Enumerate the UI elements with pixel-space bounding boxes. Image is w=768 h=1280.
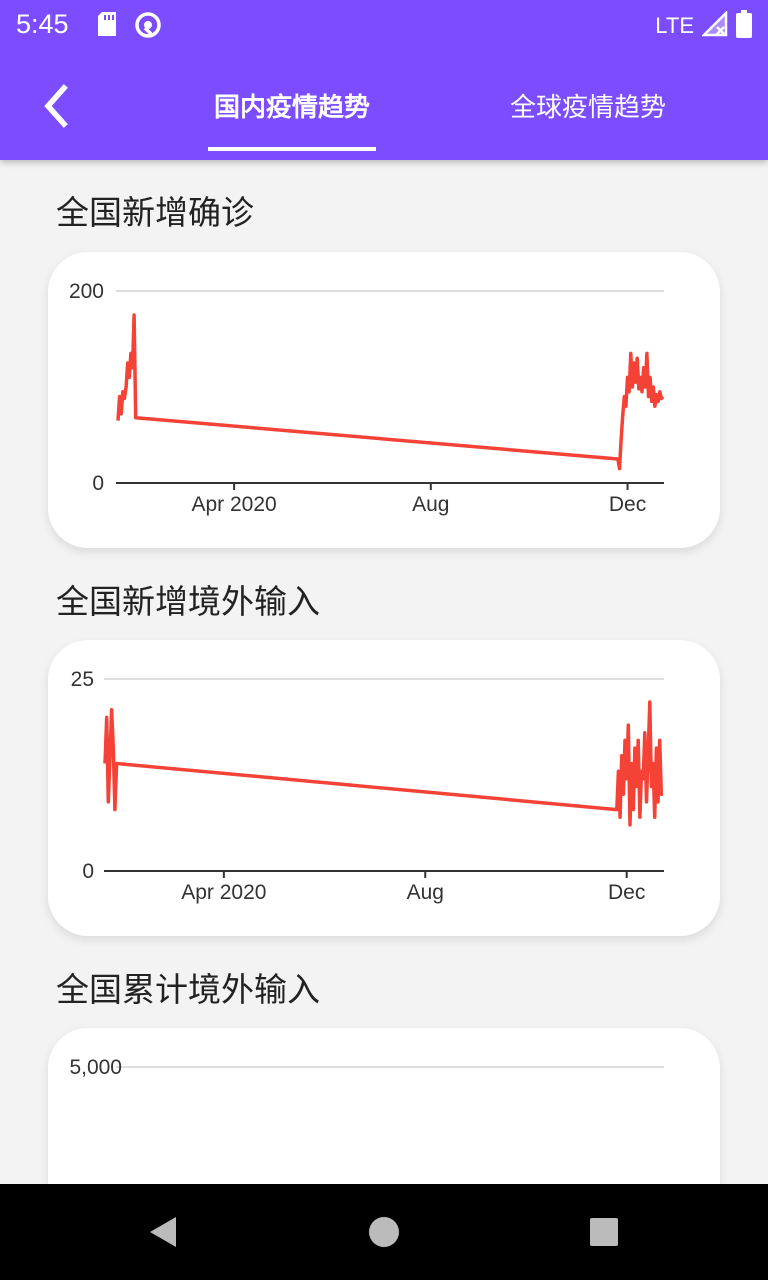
chart-card-new-imported: 0 25 Apr 2020 Aug Dec (48, 640, 720, 936)
signal-icon (700, 9, 728, 41)
x-tick-label: Dec (608, 881, 645, 904)
x-tick-label: Apr 2020 (191, 493, 276, 516)
status-icons-left (96, 11, 162, 43)
tab-domestic-trend-label: 国内疫情趋势 (213, 92, 370, 123)
y-tick-label: 0 (82, 860, 94, 883)
x-tick-label: Dec (609, 493, 646, 516)
y-tick-label: 200 (69, 280, 104, 303)
section-title-cumulative-imported: 全国累计境外输入 (56, 970, 320, 1009)
sd-card-icon (96, 11, 118, 43)
app-bar: 国内疫情趋势 全球疫情趋势 (0, 50, 768, 160)
tab-domestic-trend[interactable]: 国内疫情趋势 (200, 50, 384, 160)
tab-global-trend-label: 全球疫情趋势 (509, 92, 666, 123)
y-tick-label: 25 (71, 668, 94, 691)
series-line (116, 313, 665, 471)
nav-home-button[interactable] (362, 1210, 406, 1254)
x-tick-label: Aug (407, 881, 444, 904)
back-button[interactable] (28, 78, 84, 134)
status-icons-right: LTE (655, 9, 752, 42)
y-tick-label: 0 (92, 472, 104, 495)
status-time: 5:45 (16, 9, 69, 39)
triangle-back-icon (150, 1217, 176, 1247)
battery-icon (736, 10, 752, 42)
active-tab-indicator (208, 147, 376, 151)
series-line (103, 700, 664, 827)
y-tick-label: 5,000 (69, 1056, 122, 1079)
network-label: LTE (655, 13, 694, 38)
tab-global-trend[interactable]: 全球疫情趋势 (490, 50, 686, 160)
nav-recents-button[interactable] (582, 1210, 626, 1254)
chart-new-imported: 0 25 Apr 2020 Aug Dec (71, 668, 664, 904)
circle-home-icon (369, 1217, 399, 1247)
chart-card-new-confirmed: 0 200 Apr 2020 Aug Dec (48, 252, 720, 548)
section-title-new-confirmed: 全国新增确诊 (56, 193, 254, 232)
nav-back-button[interactable] (140, 1210, 184, 1254)
section-title-new-imported: 全国新增境外输入 (56, 582, 320, 621)
vpn-icon (134, 11, 162, 43)
chart-new-confirmed: 0 200 Apr 2020 Aug Dec (69, 280, 665, 516)
x-tick-label: Apr 2020 (181, 881, 266, 904)
navigation-bar (0, 1184, 768, 1280)
chevron-left-icon (44, 84, 68, 128)
status-bar: 5:45 LTE (0, 0, 768, 50)
x-tick-label: Aug (412, 493, 449, 516)
square-recents-icon (590, 1218, 618, 1246)
